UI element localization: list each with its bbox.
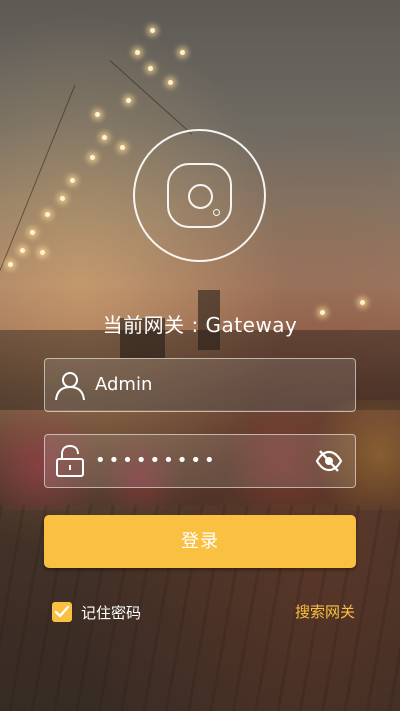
username-value[interactable]: Admin <box>95 359 152 411</box>
search-gateway-link[interactable]: 搜索网关 <box>295 601 355 623</box>
login-screen: 当前网关 : Gateway Admin ••••••••• 登录 记住密码 搜… <box>0 0 400 711</box>
password-value[interactable]: ••••••••• <box>95 435 218 487</box>
checkmark-icon <box>54 605 70 618</box>
logo-dot <box>213 209 220 216</box>
lock-icon <box>53 444 87 478</box>
logo-frame <box>167 163 232 228</box>
current-gateway-title: 当前网关 : Gateway <box>102 313 298 337</box>
login-button[interactable]: 登录 <box>44 515 356 568</box>
user-icon <box>53 368 87 402</box>
remember-password-checkbox[interactable] <box>52 602 72 622</box>
password-field[interactable]: ••••••••• <box>44 434 356 488</box>
username-field[interactable]: Admin <box>44 358 356 412</box>
remember-password-option[interactable]: 记住密码 <box>52 601 141 623</box>
logo-lens <box>188 184 213 209</box>
app-logo-icon <box>133 129 266 262</box>
remember-password-label: 记住密码 <box>81 603 142 622</box>
eye-off-icon[interactable] <box>315 448 343 474</box>
